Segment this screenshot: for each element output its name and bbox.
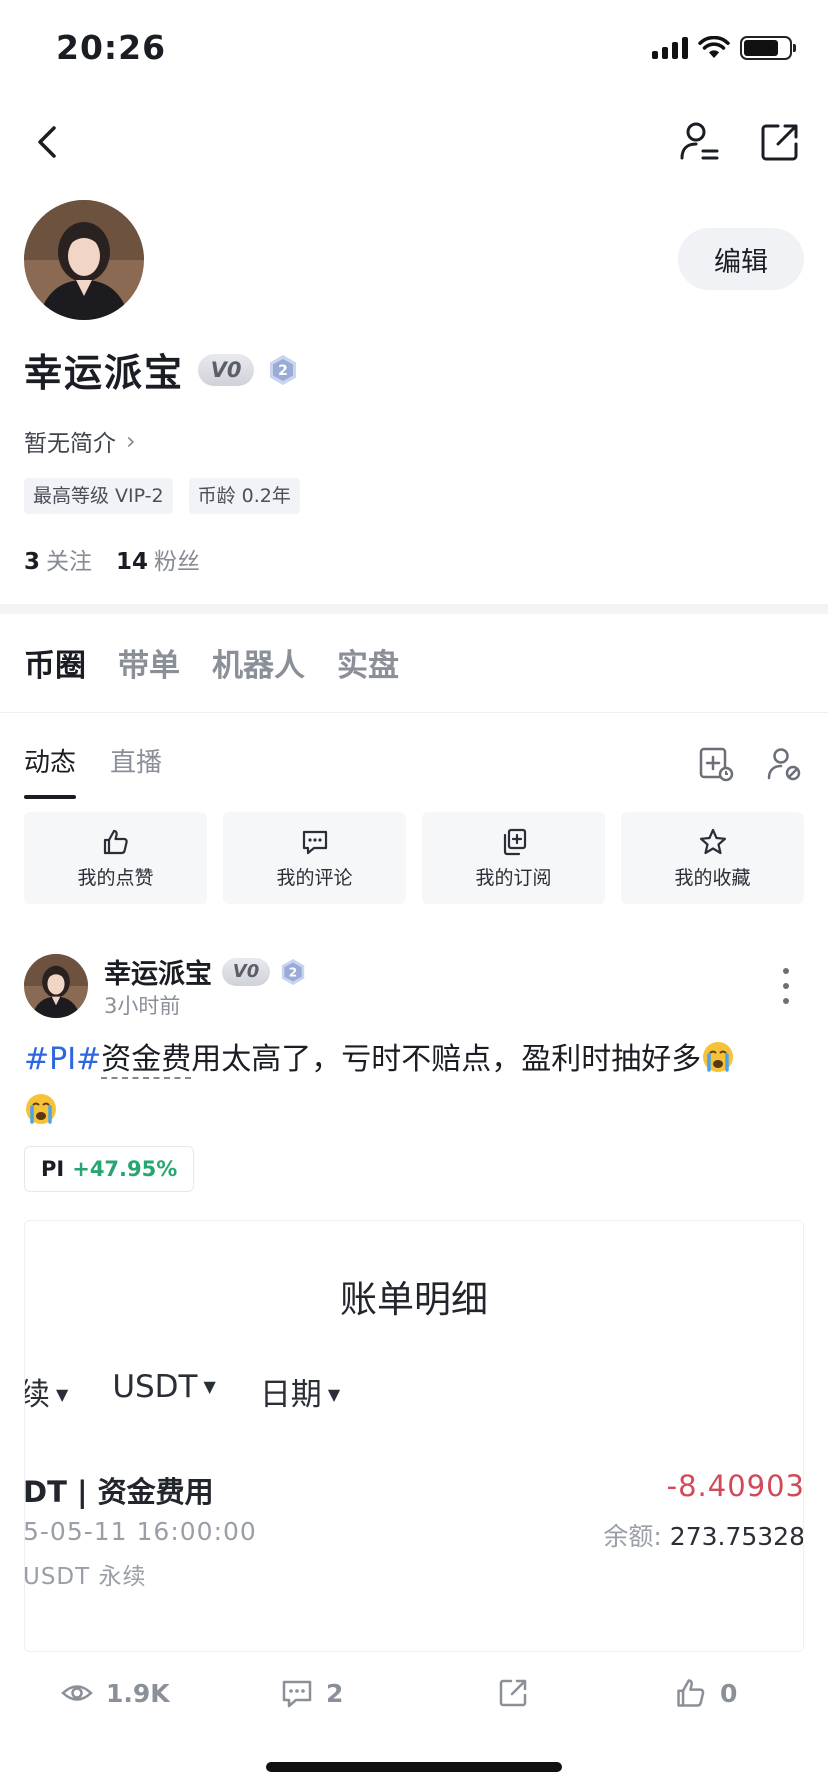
post-actions: 1.9K 2 0 (0, 1676, 828, 1726)
coin-change: +47.95% (72, 1157, 178, 1181)
my-comments-button[interactable]: 我的评论 (223, 812, 406, 904)
my-subscriptions-button[interactable]: 我的订阅 (422, 812, 605, 904)
battery-icon (740, 36, 796, 60)
edit-profile-button[interactable]: 编辑 (678, 228, 804, 290)
post-linked-term[interactable]: 资金费 (101, 1042, 192, 1079)
post-author-avatar[interactable] (24, 954, 88, 1018)
status-bar: 20:26 (0, 0, 828, 100)
eye-icon (61, 1685, 93, 1701)
comment-button[interactable]: 2 (280, 1676, 343, 1710)
tab-live[interactable]: 直播 (110, 742, 162, 799)
profile-tags: 最高等级 VIP-2 币龄 0.2年 (24, 478, 300, 514)
tab-live-trading[interactable]: 实盘 (337, 640, 399, 685)
coin-symbol: PI (41, 1157, 65, 1181)
comment-icon (282, 1680, 312, 1708)
my-comments-label: 我的评论 (276, 866, 353, 889)
views-count: 1.9K (106, 1678, 170, 1708)
thumbs-up-icon (677, 1679, 705, 1707)
sub-tab-actions (696, 744, 804, 784)
my-likes-label: 我的点赞 (77, 866, 154, 889)
tabs-divider (0, 712, 828, 713)
bill-balance: 余额: 273.75328 (603, 1517, 804, 1553)
share-post-button[interactable] (496, 1676, 530, 1710)
subscribe-icon (503, 828, 526, 855)
post-text: 用太高了，亏时不赔点，盈利时抽好多 (191, 1042, 702, 1077)
bill-type: USDT 永续 (24, 1564, 147, 1590)
post-level-badge-number: 2 (289, 965, 297, 979)
bio-text: 暂无简介 (24, 431, 116, 457)
wifi-icon (698, 36, 730, 58)
post-image[interactable]: 账单明细 续▼ USDT▼ 日期▼ DT | 资金费用 -8.40903 5-0… (24, 1220, 804, 1652)
post-content[interactable]: #PI#资金费用太高了，亏时不赔点，盈利时抽好多 (24, 1034, 794, 1138)
post-level-badge-icon: 2 (281, 958, 305, 985)
bill-date: 5-05-11 16:00:00 (24, 1517, 257, 1546)
post-hashtag[interactable]: #PI# (24, 1042, 101, 1077)
status-time: 20:26 (56, 28, 167, 67)
comment-icon (302, 830, 327, 854)
level-badge-number: 2 (278, 363, 288, 379)
more-options-icon[interactable] (780, 968, 792, 1004)
tag-vip-level: 最高等级 VIP-2 (24, 478, 173, 514)
following-count: 3 (24, 549, 41, 575)
coin-chip[interactable]: PI +47.95% (24, 1146, 195, 1192)
user-settings-icon[interactable] (676, 118, 724, 166)
main-tabs: 币圈 带单 机器人 实盘 (24, 640, 399, 685)
my-favorites-label: 我的收藏 (674, 866, 751, 889)
profile-avatar[interactable] (24, 200, 144, 320)
user-privacy-icon[interactable] (764, 744, 804, 784)
tab-copy-trading[interactable]: 带单 (118, 640, 180, 685)
crying-emoji-icon (26, 1094, 56, 1124)
tab-posts[interactable]: 动态 (24, 742, 77, 799)
thumbs-up-icon (103, 829, 128, 854)
tag-coin-age: 币龄 0.2年 (188, 478, 300, 514)
bill-balance-label: 余额: (603, 1522, 670, 1551)
bill-filter-date: 日期 ▼ (259, 1377, 341, 1413)
bill-filter-currency: USDT ▼ (112, 1369, 216, 1405)
followers-count: 14 (116, 549, 149, 575)
sub-tabs: 动态 直播 (24, 742, 162, 799)
bill-filter-contract: 续▼ (25, 1377, 69, 1413)
top-nav (0, 112, 828, 172)
followers-label: 粉丝 (154, 549, 201, 575)
post-author-row: 幸运派宝 V0 2 (104, 952, 306, 991)
share-icon (499, 1679, 527, 1707)
bill-amount: -8.40903 (666, 1469, 804, 1503)
status-icons (652, 36, 796, 60)
bill-title: 账单明细 (340, 1278, 488, 1321)
post-vip-badge: V0 (222, 957, 270, 986)
my-subscriptions-label: 我的订阅 (475, 866, 552, 889)
likes-count: 0 (720, 1678, 738, 1708)
bill-filters: 续▼ USDT▼ 日期▼ (25, 1369, 341, 1414)
post-time: 3小时前 (104, 994, 181, 1018)
star-icon (699, 828, 726, 854)
signal-icon (652, 37, 688, 59)
create-post-icon[interactable] (696, 744, 736, 784)
vip-badge: V0 (198, 353, 255, 386)
bill-balance-value: 273.75328 (669, 1522, 804, 1551)
quick-actions: 我的点赞 我的评论 我的订阅 我的收藏 (24, 812, 804, 904)
chevron-right-icon: › (126, 427, 136, 455)
post-author-name[interactable]: 幸运派宝 (104, 952, 212, 991)
views-stat: 1.9K (60, 1676, 170, 1710)
tab-bots[interactable]: 机器人 (212, 640, 305, 685)
home-indicator[interactable] (266, 1762, 562, 1772)
back-icon[interactable] (28, 120, 68, 164)
my-favorites-button[interactable]: 我的收藏 (621, 812, 804, 904)
bill-row-title: DT | 资金费用 (24, 1475, 214, 1509)
tab-coin-circle[interactable]: 币圈 (24, 640, 86, 685)
following-stat[interactable]: 3 关注 (24, 542, 92, 576)
section-divider (0, 604, 828, 614)
bio-link[interactable]: 暂无简介 › (24, 424, 136, 458)
profile-name-row: 幸运派宝 V0 2 (24, 342, 298, 397)
my-likes-button[interactable]: 我的点赞 (24, 812, 207, 904)
crying-emoji-icon (703, 1042, 734, 1072)
followers-stat[interactable]: 14 粉丝 (116, 542, 200, 576)
like-button[interactable]: 0 (674, 1676, 737, 1710)
share-icon[interactable] (756, 118, 804, 166)
follow-stats: 3 关注 14 粉丝 (24, 542, 200, 576)
level-badge-icon: 2 (270, 354, 297, 385)
profile-name: 幸运派宝 (24, 351, 185, 395)
following-label: 关注 (46, 549, 93, 575)
comments-count: 2 (326, 1678, 344, 1708)
